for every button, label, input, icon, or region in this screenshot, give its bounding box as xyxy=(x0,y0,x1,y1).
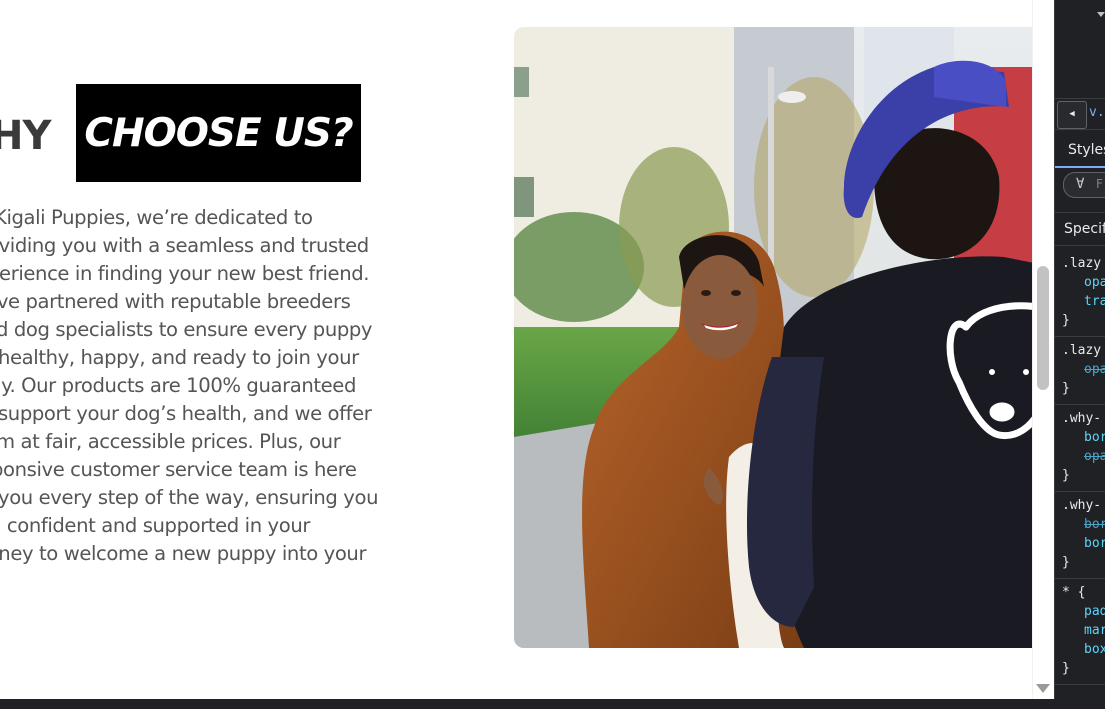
css-rule[interactable]: .why- bor bor } xyxy=(1055,492,1105,579)
filter-icon: ∀ xyxy=(1076,176,1085,192)
css-selector[interactable]: .lazy xyxy=(1062,341,1105,360)
paragraph-line: l confident and supported in your xyxy=(0,514,311,537)
breadcrumb-back-button[interactable]: ◀ xyxy=(1057,101,1087,129)
why-choose-us-paragraph: Kigali Puppies, we’re dedicated to ovidi… xyxy=(0,204,380,568)
css-rule[interactable]: .why- bor opa } xyxy=(1055,405,1105,492)
css-closing-brace: } xyxy=(1062,313,1070,328)
styles-filter-input[interactable]: ∀ F xyxy=(1063,172,1105,198)
css-rule[interactable]: * { pad mar box } xyxy=(1055,579,1105,685)
paragraph-line: ponsive customer service team is here xyxy=(0,458,357,481)
css-rule[interactable]: .lazy opa tra } xyxy=(1055,250,1105,337)
website-viewport: HY CHOOSE US? Kigali Puppies, we’re dedi… xyxy=(0,0,1032,699)
css-closing-brace: } xyxy=(1062,468,1070,483)
photo-illustration xyxy=(514,27,1032,648)
css-rule[interactable]: .lazy opa } xyxy=(1055,337,1105,405)
tab-styles-label: Styles xyxy=(1068,142,1105,158)
filter-placeholder: F xyxy=(1096,177,1103,191)
breadcrumb-element[interactable]: v.ir xyxy=(1089,105,1105,120)
css-property[interactable]: opa xyxy=(1062,273,1105,292)
paragraph-line: rney to welcome a new puppy into your xyxy=(0,542,367,565)
paragraph-line: ’ve partnered with reputable breeders xyxy=(0,290,351,313)
css-closing-brace: } xyxy=(1062,381,1070,396)
heading-highlight-text: CHOOSE US? xyxy=(84,110,353,156)
paragraph-line: you every step of the way, ensuring you xyxy=(0,486,379,509)
css-property[interactable]: bor xyxy=(1062,515,1105,534)
hero-photo xyxy=(514,27,1032,648)
css-property[interactable]: tra xyxy=(1062,292,1105,311)
css-selector[interactable]: * { xyxy=(1062,583,1105,602)
css-property[interactable]: box xyxy=(1062,640,1105,659)
paragraph-line: ily. Our products are 100% guaranteed xyxy=(0,374,357,397)
section-heading-plain: HY xyxy=(0,113,51,159)
scroll-down-arrow-icon[interactable] xyxy=(1036,684,1050,693)
paragraph-line: perience in finding your new best friend… xyxy=(0,262,370,285)
css-closing-brace: } xyxy=(1062,661,1070,676)
bottom-bar xyxy=(0,699,1105,709)
css-selector[interactable]: .why- xyxy=(1062,496,1105,515)
css-property[interactable]: bor xyxy=(1062,428,1105,447)
css-selector[interactable]: .why- xyxy=(1062,409,1105,428)
css-property[interactable]: opa xyxy=(1062,360,1105,379)
paragraph-line: healthy, happy, and ready to join your xyxy=(0,346,359,369)
breadcrumb: ◀ v.ir xyxy=(1055,98,1105,130)
css-property[interactable]: opa xyxy=(1062,447,1105,466)
paragraph-line: support your dog’s health, and we offer xyxy=(0,402,372,425)
scrollbar-thumb[interactable] xyxy=(1037,266,1049,390)
specificity-row[interactable]: Specifi xyxy=(1055,212,1105,246)
tab-styles[interactable]: Styles xyxy=(1055,134,1105,168)
css-rules-list: .lazy opa tra } .lazy opa } .why- bor op… xyxy=(1055,250,1105,685)
paragraph-line: oviding you with a seamless and trusted xyxy=(0,234,369,257)
paragraph-line: m at fair, accessible prices. Plus, our xyxy=(0,430,341,453)
devtools-panel: ◀ v.ir Styles ∀ F Specifi .lazy opa tra … xyxy=(1054,0,1105,699)
paragraph-line: Kigali Puppies, we’re dedicated to xyxy=(0,206,313,229)
css-property[interactable]: bor xyxy=(1062,534,1105,553)
screen: HY CHOOSE US? Kigali Puppies, we’re dedi… xyxy=(0,0,1105,709)
css-selector[interactable]: .lazy xyxy=(1062,254,1105,273)
chevron-down-icon[interactable] xyxy=(1097,12,1105,17)
section-heading-highlight: CHOOSE US? xyxy=(76,84,361,182)
paragraph-line: d dog specialists to ensure every puppy xyxy=(0,318,373,341)
specificity-label: Specifi xyxy=(1064,221,1105,237)
css-property[interactable]: mar xyxy=(1062,621,1105,640)
css-closing-brace: } xyxy=(1062,555,1070,570)
css-property[interactable]: pad xyxy=(1062,602,1105,621)
